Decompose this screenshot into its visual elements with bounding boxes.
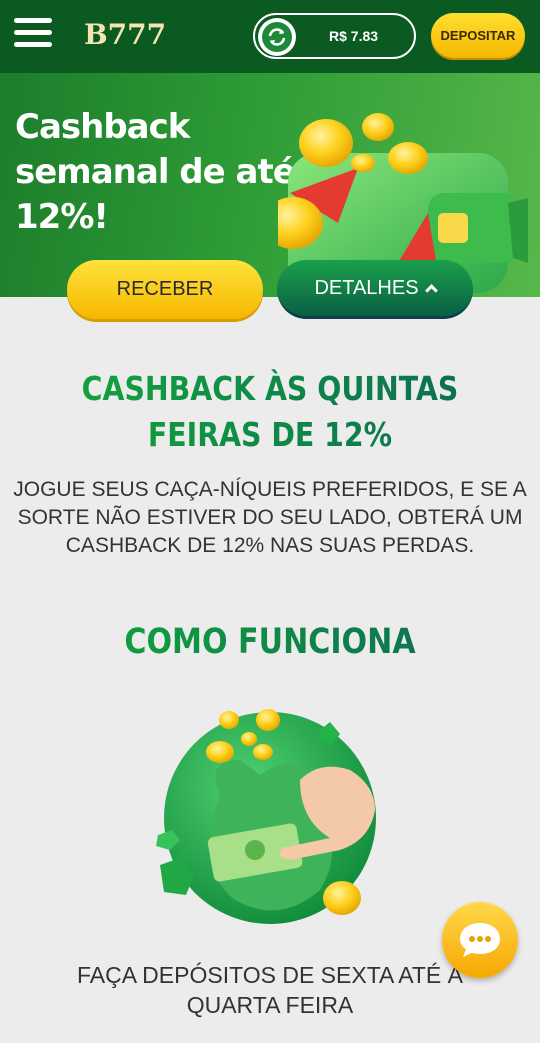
balance-pill[interactable]: R$ 7.83 xyxy=(253,13,416,59)
detalhes-button[interactable]: DETALHES xyxy=(277,260,473,319)
money-bag-illustration xyxy=(156,709,376,924)
top-bar: B777 R$ 7.83 DEPOSITAR xyxy=(0,0,540,73)
detalhes-label: DETALHES xyxy=(314,276,419,299)
chat-bubble-icon xyxy=(460,923,500,957)
chat-button[interactable] xyxy=(442,902,518,978)
cashback-heading: CASHBACK ÀS QUINTAS FEIRAS DE 12% xyxy=(38,366,502,458)
banner-title: Cashback semanal de até 12%! xyxy=(15,107,296,237)
deposit-button[interactable]: DEPOSITAR xyxy=(431,13,525,58)
receber-button[interactable]: RECEBER xyxy=(67,260,263,319)
logo[interactable]: B777 xyxy=(84,18,166,51)
balance-amount: R$ 7.83 xyxy=(329,28,379,44)
step-1-text: FAÇA DEPÓSITOS DE SEXTA ATÉ À QUARTA FEI… xyxy=(76,962,463,1018)
hamburger-menu-icon[interactable] xyxy=(14,18,52,50)
chevron-up-icon xyxy=(424,283,438,297)
refresh-icon[interactable] xyxy=(258,18,296,56)
cashback-description: JOGUE SEUS CAÇA-NÍQUEIS PREFERIDOS, E SE… xyxy=(13,478,527,557)
how-it-works-heading: COMO FUNCIONA xyxy=(38,622,502,662)
